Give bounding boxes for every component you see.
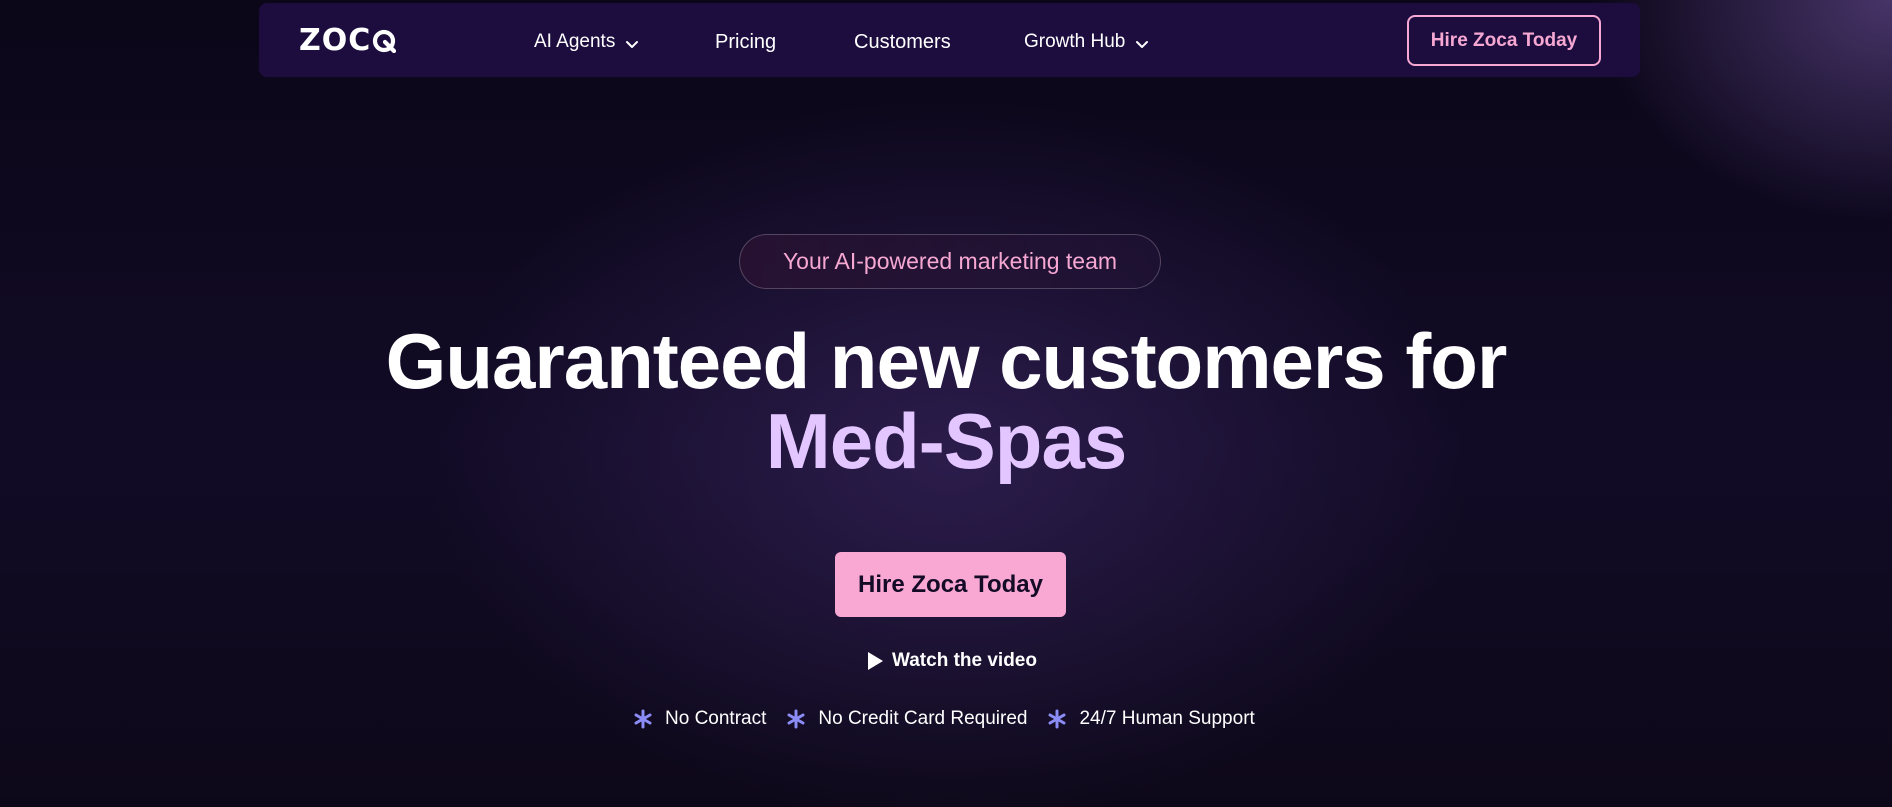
hero-hire-button[interactable]: Hire Zoca Today xyxy=(835,552,1066,617)
asterisk-icon xyxy=(786,709,806,729)
feature-label: No Contract xyxy=(665,708,767,729)
feature-item: No Contract xyxy=(633,708,766,730)
chevron-down-icon xyxy=(1135,35,1149,49)
feature-list: No Contract No Credit Card Required 24/7… xyxy=(633,704,1275,734)
feature-item: 24/7 Human Support xyxy=(1047,708,1255,730)
top-navbar: ZOC AI Agents Pricing Customers Growth H… xyxy=(259,3,1640,77)
feature-item: No Credit Card Required xyxy=(786,708,1027,730)
tagline-text: Your AI-powered marketing team xyxy=(782,248,1118,274)
watch-video-link[interactable]: Watch the video xyxy=(866,648,1037,674)
nav-item-growth-hub[interactable]: Growth Hub xyxy=(1024,25,1149,59)
nav-item-pricing[interactable]: Pricing xyxy=(715,25,776,59)
nav-hire-button[interactable]: Hire Zoca Today xyxy=(1407,15,1601,66)
nav-item-label: AI Agents xyxy=(534,31,616,52)
feature-label: 24/7 Human Support xyxy=(1079,708,1255,729)
nav-item-ai-agents[interactable]: AI Agents xyxy=(534,25,639,59)
asterisk-icon xyxy=(633,709,653,729)
zoca-logo[interactable]: ZOC xyxy=(299,23,397,58)
nav-item-customers[interactable]: Customers xyxy=(854,25,951,59)
play-icon xyxy=(866,651,884,671)
hero-headline: Guaranteed new customers for xyxy=(385,317,1508,405)
nav-item-label: Pricing xyxy=(715,30,777,53)
watch-video-label: Watch the video xyxy=(892,650,1037,671)
hero-headline-highlight: Med-Spas xyxy=(765,397,1127,485)
asterisk-icon xyxy=(1047,709,1067,729)
nav-item-label: Growth Hub xyxy=(1024,31,1126,52)
logo-wordmark: ZOC xyxy=(299,23,372,58)
feature-label: No Credit Card Required xyxy=(818,708,1028,729)
nav-item-label: Customers xyxy=(854,30,951,53)
chevron-down-icon xyxy=(625,35,639,49)
logo-q-mark xyxy=(372,29,397,53)
tagline-pill: Your AI-powered marketing team xyxy=(739,234,1161,289)
